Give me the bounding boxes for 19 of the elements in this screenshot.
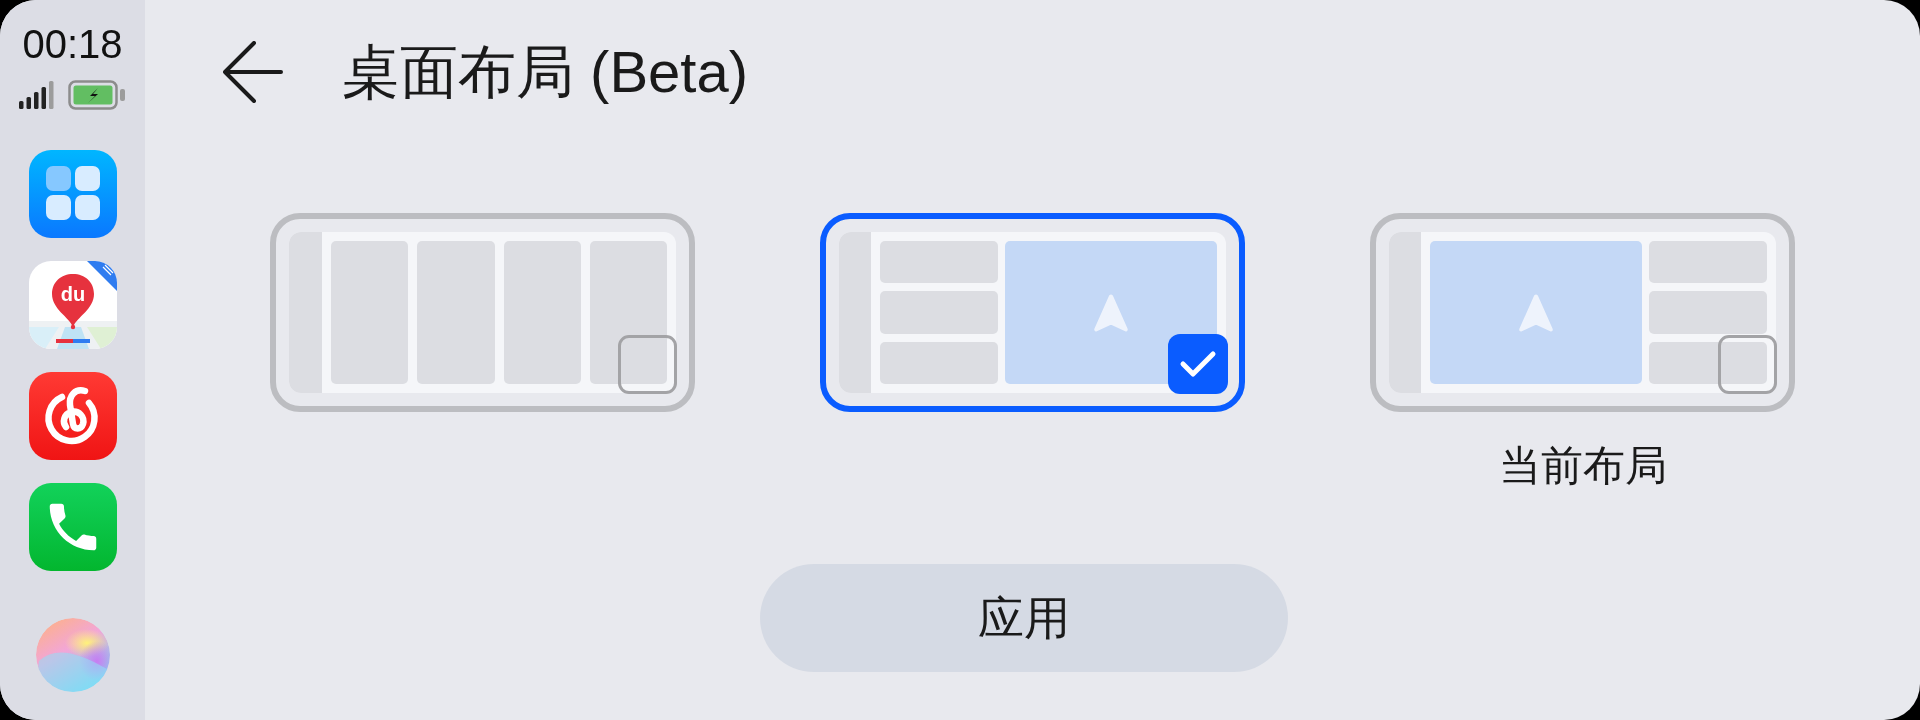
signal-icon bbox=[19, 81, 55, 109]
navigation-arrow-icon bbox=[1093, 292, 1129, 333]
current-layout-label: 当前布局 bbox=[1498, 442, 1667, 490]
battery-charging-icon bbox=[68, 80, 126, 110]
music-app-icon[interactable] bbox=[28, 372, 117, 460]
checkbox[interactable] bbox=[1718, 335, 1777, 394]
map-app-icon[interactable]: du bbox=[28, 261, 117, 349]
layout-option[interactable] bbox=[820, 213, 1245, 412]
apps-grid-icon[interactable] bbox=[28, 150, 117, 238]
checkbox[interactable] bbox=[618, 335, 677, 394]
apply-button[interactable]: 应用 bbox=[759, 564, 1288, 672]
phone-app-icon[interactable] bbox=[28, 483, 117, 571]
checkbox[interactable] bbox=[1168, 334, 1228, 394]
page-title: 桌面布局 (Beta) bbox=[342, 41, 749, 103]
navigation-arrow-icon bbox=[1518, 292, 1554, 333]
back-arrow-icon[interactable] bbox=[223, 41, 283, 103]
status-time: 00:18 bbox=[22, 22, 123, 66]
checkmark-icon bbox=[1179, 350, 1217, 378]
voice-assistant-icon[interactable] bbox=[34, 617, 111, 693]
